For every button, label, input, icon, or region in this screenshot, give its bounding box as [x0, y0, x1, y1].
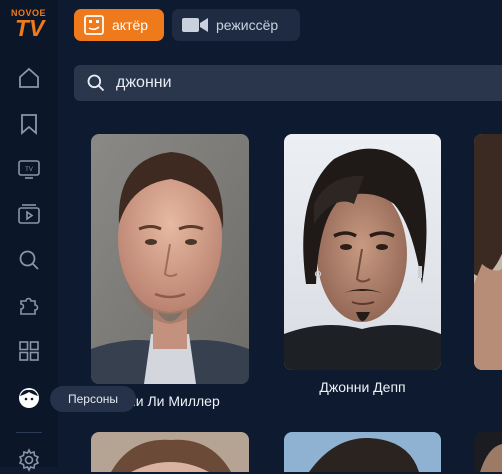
sidebar-item-home[interactable] [15, 64, 43, 92]
tab-actor-label: актёр [112, 17, 149, 33]
person-photo [284, 134, 441, 370]
puzzle-icon [20, 297, 39, 315]
gear-icon [18, 448, 40, 472]
person-photo [91, 134, 249, 384]
sidebar-item-search[interactable] [15, 246, 43, 274]
tv-icon: TV [18, 160, 40, 179]
grid-icon [19, 341, 39, 361]
sidebar-item-extensions[interactable] [15, 291, 43, 319]
person-name: Джонни Депп [319, 379, 406, 395]
play-library-icon [18, 204, 40, 224]
sidebar-tooltip: Персоны [50, 386, 137, 412]
tab-actor[interactable]: актёр [74, 9, 164, 41]
sidebar-item-settings[interactable] [15, 446, 43, 474]
sidebar-item-bookmarks[interactable] [15, 110, 43, 138]
sidebar-item-media[interactable] [15, 200, 43, 228]
sidebar-item-persons[interactable] [15, 384, 43, 412]
app-logo[interactable]: NOVOE TV [11, 8, 53, 40]
sidebar-item-tv[interactable]: TV [15, 155, 43, 183]
person-photo [474, 134, 502, 370]
actor-icon [84, 15, 104, 35]
search-icon [19, 250, 39, 270]
sidebar-item-categories[interactable] [15, 337, 43, 365]
bookmark-icon [21, 114, 37, 135]
tab-director-label: режиссёр [216, 17, 279, 33]
home-icon [19, 67, 39, 88]
sidebar-divider [16, 432, 42, 433]
tab-director[interactable]: режиссёр [172, 9, 300, 41]
face-icon [19, 388, 39, 408]
person-photo [474, 432, 502, 472]
person-photo [284, 432, 441, 472]
svg-text:TV: TV [25, 167, 33, 173]
video-camera-icon [182, 18, 208, 32]
search-bar[interactable] [74, 65, 502, 101]
search-icon [87, 74, 105, 92]
person-photo [91, 432, 249, 472]
search-input[interactable] [114, 73, 498, 93]
